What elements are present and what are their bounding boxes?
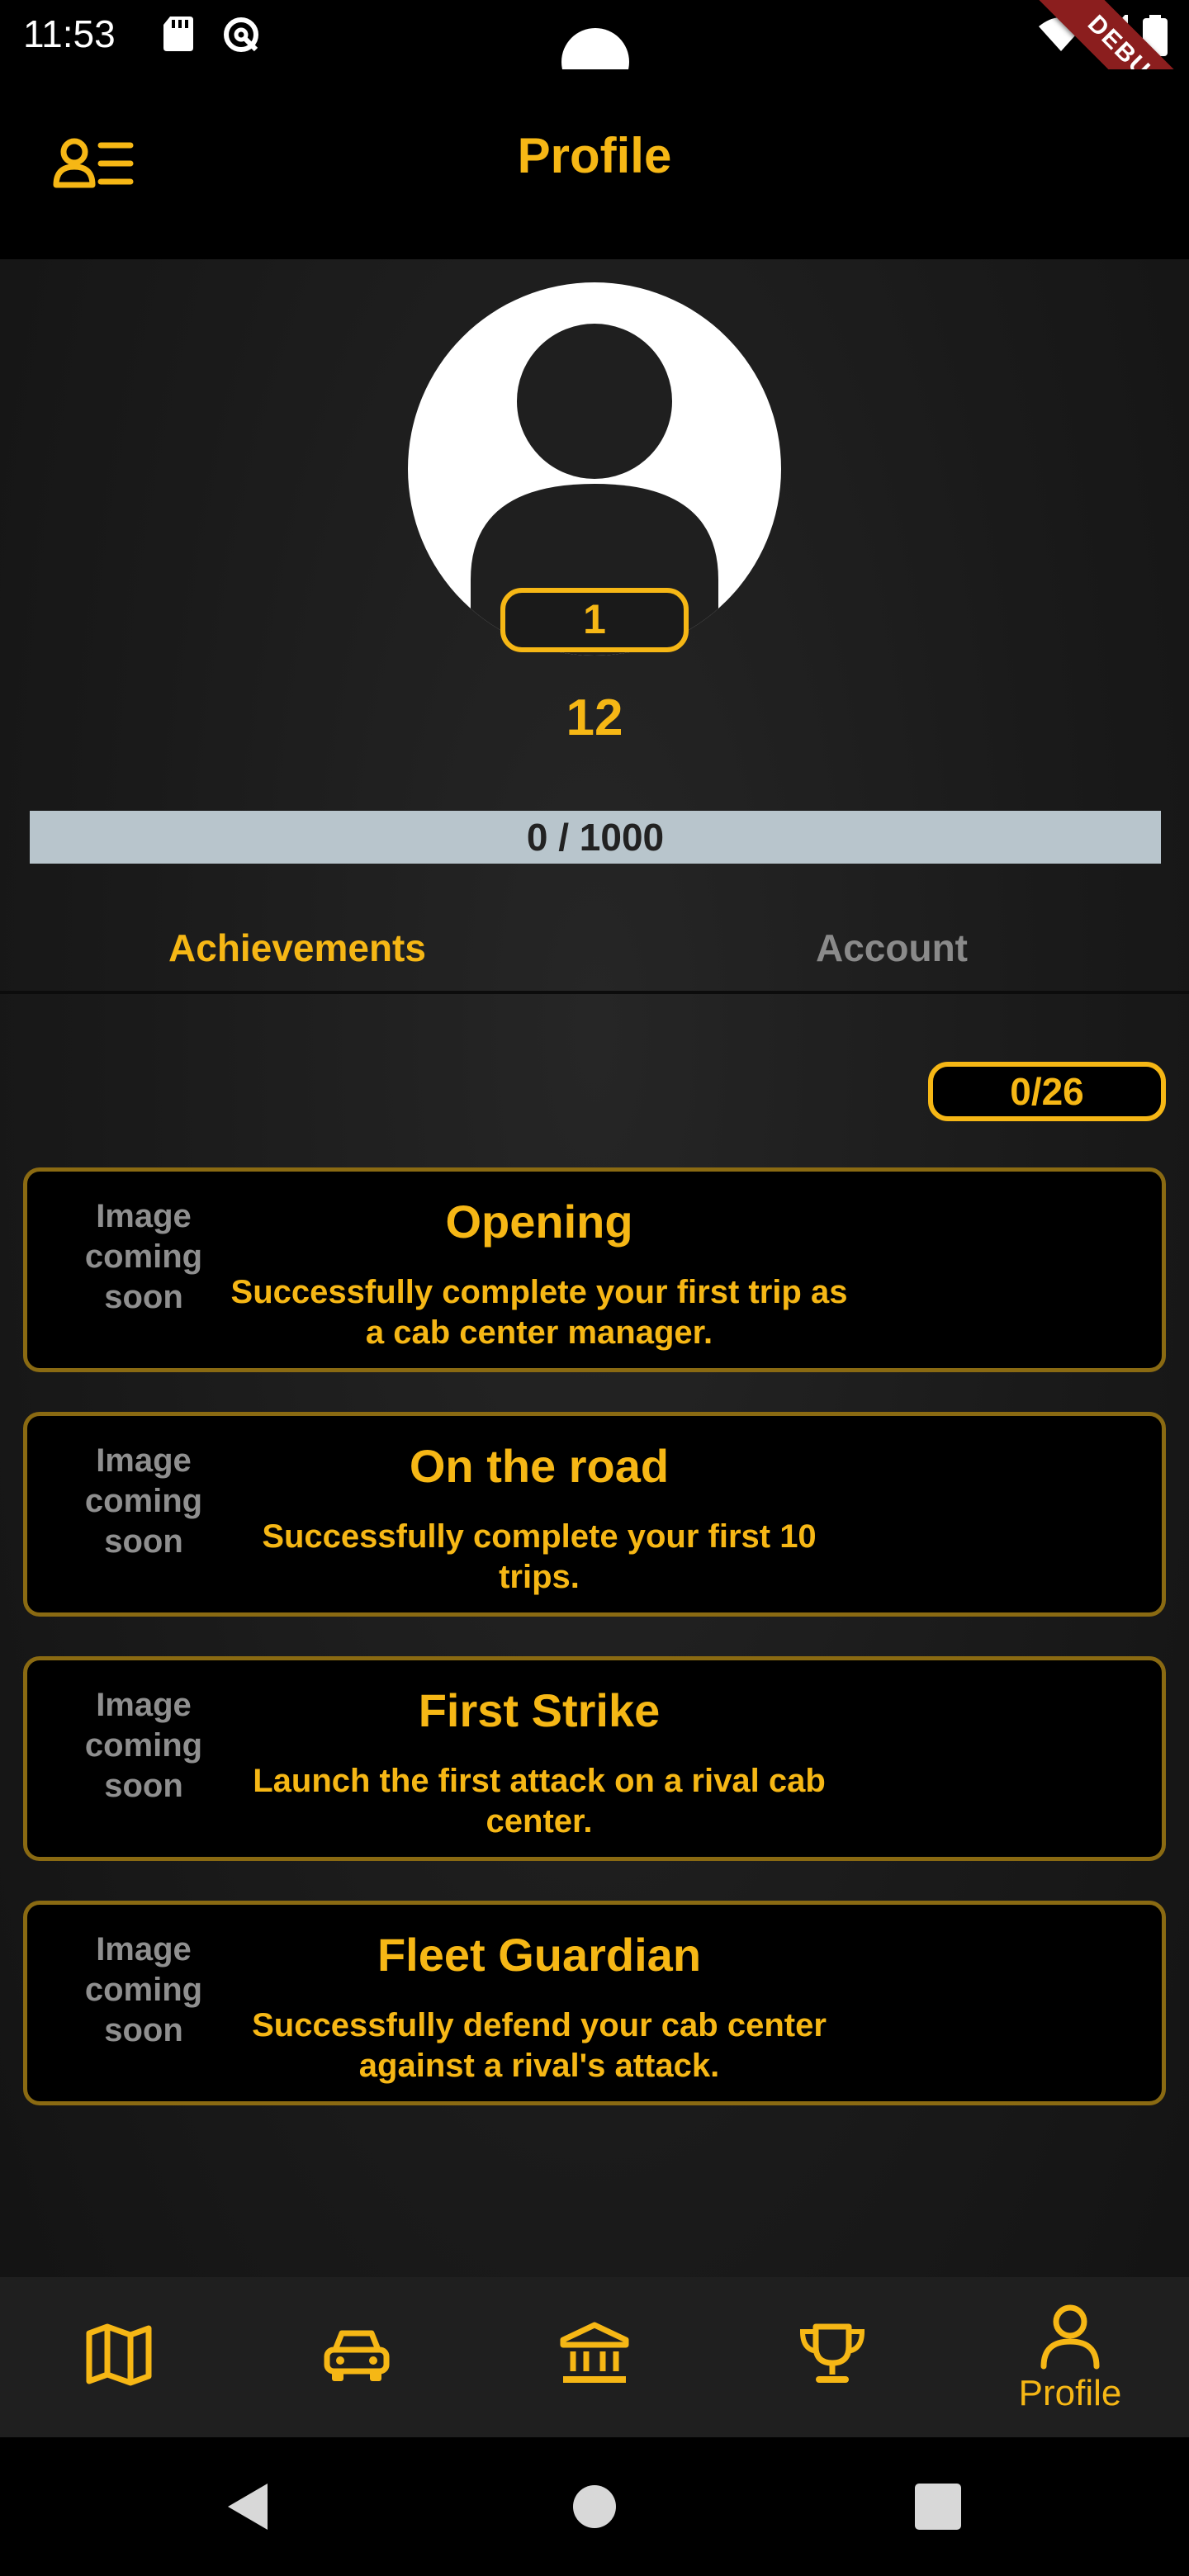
image-placeholder-line: soon xyxy=(104,2012,183,2048)
nav-label-profile: Profile xyxy=(1018,2373,1122,2413)
achievement-description: Successfully complete your first trip as… xyxy=(230,1274,848,1351)
bottom-navigation: Profile xyxy=(0,2277,1189,2437)
map-icon xyxy=(86,2323,152,2386)
nav-item-map[interactable] xyxy=(0,2277,238,2437)
nav-item-profile[interactable]: Profile xyxy=(951,2277,1189,2437)
nav-item-bank[interactable] xyxy=(476,2277,713,2437)
level-badge: 1 xyxy=(500,588,689,652)
achievement-description: Launch the first attack on a rival cab c… xyxy=(253,1763,826,1840)
home-circle-icon xyxy=(573,2485,616,2528)
image-placeholder-line: soon xyxy=(104,1768,183,1804)
back-triangle-icon xyxy=(228,2484,268,2530)
profile-tabs: Achievements Account xyxy=(0,908,1189,994)
system-navigation-bar xyxy=(0,2437,1189,2576)
profile-icon xyxy=(1040,2304,1100,2370)
recents-square-icon xyxy=(915,2484,961,2530)
achievement-card-on-the-road[interactable]: Image coming soon On the road Successful… xyxy=(23,1412,1166,1617)
achievement-card-fleet-guardian[interactable]: Image coming soon Fleet Guardian Success… xyxy=(23,1901,1166,2105)
page-title: Profile xyxy=(517,128,672,183)
xp-progress-bar: 0 / 1000 xyxy=(30,811,1161,864)
bank-icon xyxy=(560,2322,629,2383)
achievement-title: First Strike xyxy=(418,1684,661,1736)
achievement-description: Successfully defend your cab center agai… xyxy=(252,2007,827,2084)
car-icon xyxy=(324,2330,390,2381)
nav-item-trophy[interactable] xyxy=(713,2277,951,2437)
nav-item-car[interactable] xyxy=(238,2277,476,2437)
xp-progress-label: 0 / 1000 xyxy=(526,816,665,859)
status-bar: 11:53 DEBUG xyxy=(0,0,1189,159)
trophy-icon xyxy=(799,2323,865,2383)
sd-card-icon xyxy=(163,17,193,51)
achievement-title: Opening xyxy=(445,1196,633,1248)
app-bar: Profile xyxy=(0,69,1189,259)
tab-achievements[interactable]: Achievements xyxy=(0,908,594,991)
status-time: 11:53 xyxy=(23,12,116,55)
achievements-counter: 0/26 xyxy=(928,1062,1166,1121)
achievement-card-first-strike[interactable]: Image coming soon First Strike Launch th… xyxy=(23,1656,1166,1861)
data-saver-icon xyxy=(224,17,258,52)
level-number: 12 xyxy=(566,689,623,746)
tab-account[interactable]: Account xyxy=(594,908,1189,991)
achievement-title: Fleet Guardian xyxy=(377,1929,702,1981)
system-back-button[interactable] xyxy=(192,2437,307,2576)
tab-divider xyxy=(0,991,1189,994)
achievement-title: On the road xyxy=(409,1440,670,1492)
image-placeholder-line: soon xyxy=(104,1523,183,1560)
achievement-description: Successfully complete your first 10 trip… xyxy=(262,1518,817,1595)
achievement-card-opening[interactable]: Image coming soon Opening Successfully c… xyxy=(23,1167,1166,1372)
profile-screen: 11:53 DEBUG Profile 1 12 0 / 1000 Achiev… xyxy=(0,0,1189,2576)
image-placeholder-line: soon xyxy=(104,1279,183,1315)
system-home-button[interactable] xyxy=(537,2437,652,2576)
system-recents-button[interactable] xyxy=(880,2437,996,2576)
